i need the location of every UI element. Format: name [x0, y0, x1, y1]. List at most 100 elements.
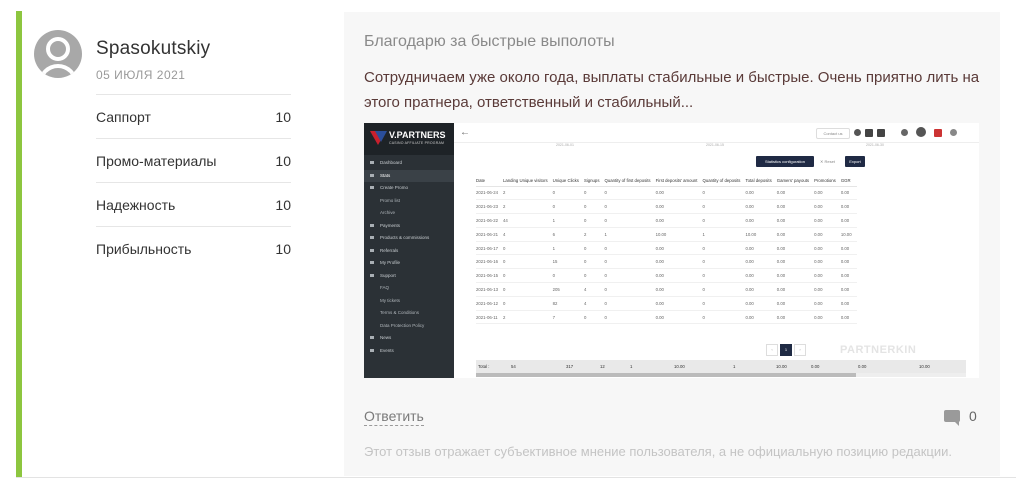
table-cell: 1 [552, 241, 584, 256]
table-cell: 44 [502, 213, 553, 228]
table-cell: 0 [702, 268, 746, 284]
menu-item-label: Create Promo [380, 185, 409, 190]
table-cell: 0 [583, 241, 605, 256]
table-cell: 4 [502, 227, 553, 242]
rating-row-reliability: Надежность 10 [96, 182, 291, 226]
table-cell: 0 [702, 282, 746, 297]
review-accent-bar [16, 11, 22, 477]
review-page: Spasokutskiy 05 ИЮЛЯ 2021 Саппорт 10 Про… [0, 0, 1024, 493]
rating-value: 10 [275, 152, 291, 169]
screenshot-topbar: ← Contact us [454, 123, 979, 143]
table-row: 2021-06-12 0 82 4 0 0.00 0 0.00 0.00 0.00 0.00 [476, 296, 857, 311]
table-cell: 0.00 [814, 296, 841, 311]
screenshot-menu-item: My Profile [364, 257, 454, 270]
review-text: Сотрудничаем уже около года, выплаты ста… [364, 69, 980, 111]
rating-label: Прибыльность [96, 240, 192, 257]
screenshot-sidebar: V.PARTNERS CASINO AFFILIATE PROGRAM Dash… [364, 123, 454, 378]
table-cell: 0.00 [776, 186, 815, 201]
table-cell: 10.00 [655, 227, 703, 242]
menu-item-label: Dashboard [380, 160, 403, 165]
table-cell: 0.00 [776, 296, 815, 311]
table-cell: 0 [702, 199, 746, 215]
ratings-list: Саппорт 10 Промо-материалы 10 Надежность… [96, 94, 291, 270]
reset-button: ✕ Reset [820, 159, 835, 164]
menu-item-icon [370, 223, 374, 227]
table-cell: 0.00 [655, 186, 703, 201]
table-cell: 0 [604, 186, 656, 201]
author-name[interactable]: Spasokutskiy [96, 38, 210, 60]
pagination: ‹ 1 › [766, 344, 806, 356]
table-cell: 0.00 [840, 213, 857, 228]
rating-row-promo: Промо-материалы 10 [96, 138, 291, 182]
rating-label: Саппорт [96, 108, 151, 125]
comments-counter[interactable]: 0 [944, 408, 977, 426]
screenshot-logo: V.PARTNERS CASINO AFFILIATE PROGRAM [364, 123, 454, 155]
screenshot-brand: V.PARTNERS [389, 130, 446, 140]
totals-cell: Total : [478, 364, 490, 369]
table-cell: 0 [552, 268, 584, 284]
screenshot-menu-item: Promo list [364, 195, 454, 208]
screenshot-brand-sub: CASINO AFFILIATE PROGRAM [389, 141, 445, 145]
bell-icon [901, 129, 908, 136]
logout-icon [950, 129, 957, 136]
menu-item-label: Archive [380, 210, 396, 215]
table-cell: 1 [552, 213, 584, 228]
menu-item-icon [370, 186, 374, 190]
table-cell: 0 [583, 254, 605, 270]
avatar [34, 30, 82, 78]
totals-cell: 1 [733, 364, 736, 369]
table-cell: 0 [502, 282, 553, 297]
table-cell: 0 [702, 186, 746, 201]
menu-item-icon [370, 173, 374, 177]
menu-item-label: Promo list [380, 197, 401, 203]
table-cell: 10.00 [840, 227, 857, 242]
menu-item-label: Referrals [380, 247, 399, 253]
table-cell: 2021-06-11 [476, 310, 503, 325]
rating-label: Промо-материалы [96, 152, 217, 169]
stats-column-header: Unique Clicks [552, 175, 584, 187]
table-cell: 0 [502, 296, 553, 311]
table-cell: 0.00 [655, 310, 703, 325]
table-cell: 2021-06-16 [476, 254, 503, 270]
table-cell: 10.00 [745, 227, 777, 242]
table-cell: 0.00 [745, 296, 777, 311]
table-row: 2021-06-13 0 205 4 0 0.00 0 0.00 0.00 0.00 0.00 [476, 282, 857, 297]
screenshot-menu-item: FAQ [364, 282, 454, 295]
table-cell: 0.00 [745, 186, 777, 201]
table-cell: 0.00 [776, 268, 815, 284]
screenshot-menu-item: Stats [364, 169, 454, 182]
screenshot-menu-item: Referrals [364, 245, 454, 258]
table-cell: 0 [702, 296, 746, 311]
screenshot-menu-item: Terms & Conditions [364, 307, 454, 320]
totals-cell: 0.00 [811, 364, 820, 369]
table-cell: 0 [702, 241, 746, 256]
table-cell: 0 [502, 254, 553, 270]
disclaimer: Этот отзыв отражает субъективное мнение … [364, 444, 952, 459]
table-cell: 0 [604, 213, 656, 228]
table-cell: 205 [552, 282, 584, 297]
attached-screenshot[interactable]: V.PARTNERS CASINO AFFILIATE PROGRAM Dash… [364, 123, 979, 378]
menu-item-icon [370, 348, 374, 352]
horizontal-scrollbar [476, 373, 966, 377]
stats-table: Date Landing Unique visitors Unique Clicks… [476, 175, 857, 325]
table-cell: 0.00 [655, 241, 703, 256]
stats-column-header: Quantity of deposits [702, 175, 746, 187]
scrollbar-thumb [476, 373, 856, 377]
table-cell: 0.00 [655, 268, 703, 284]
table-cell: 82 [552, 296, 584, 311]
screenshot-menu: Dashboard Stats Create Promo Promo list Arch… [364, 157, 454, 357]
stats-table-body: 2021-06-24 2 0 0 0 0.00 0 0.00 0.00 0.00 0.00 2021-… [476, 186, 857, 325]
totals-row: Total : 54 317 12 1 10.00 1 10.00 0.00 0.00 10.00 [476, 360, 966, 373]
reply-link[interactable]: Ответить [364, 408, 424, 426]
stats-column-header: GGR [840, 175, 857, 187]
table-row: 2021-06-23 2 0 0 0 0.00 0 0.00 0.00 0.00 0.00 [476, 199, 857, 215]
table-cell: 0.00 [814, 213, 841, 228]
menu-item-icon [370, 161, 374, 165]
export-button: Export [845, 156, 865, 167]
contact-us-button: Contact us [816, 128, 850, 139]
table-row: 2021-06-15 0 0 0 0 0.00 0 0.00 0.00 0.00 0.00 [476, 268, 857, 284]
skype-icon [865, 129, 873, 137]
table-cell: 1 [604, 227, 656, 242]
review-card: Благодарю за быстрые выполоты Сотруднича… [344, 12, 1000, 476]
range-date: 2021-06-15 [706, 143, 724, 147]
